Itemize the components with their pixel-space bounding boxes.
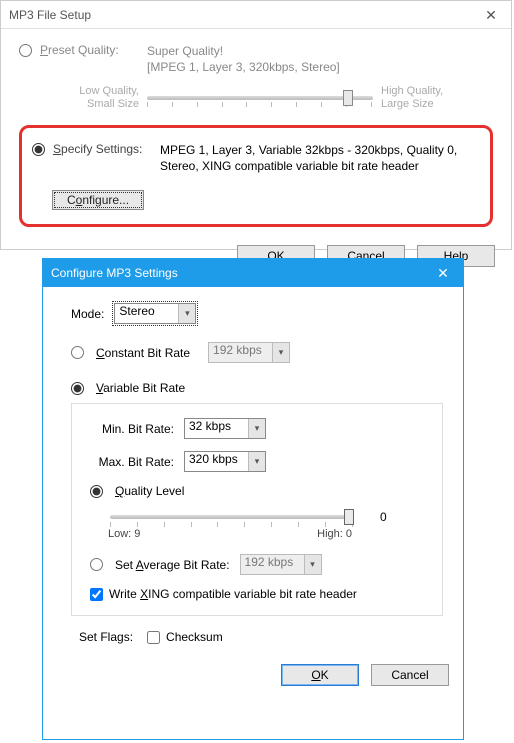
checksum-label: Checksum	[166, 630, 223, 644]
chevron-down-icon: ▾	[272, 343, 289, 362]
cancel-label2: Cancel	[391, 668, 428, 682]
preset-desc-line1: Super Quality!	[147, 43, 493, 59]
vbr-group: Min. Bit Rate: 32 kbps ▾ Max. Bit Rate: …	[71, 403, 443, 616]
preset-quality-radio[interactable]	[19, 44, 32, 57]
preset-quality-label: Preset Quality:	[40, 43, 119, 57]
mode-value: Stereo	[119, 304, 154, 318]
max-bitrate-dropdown[interactable]: 320 kbps ▾	[184, 451, 266, 472]
close-icon[interactable]: ✕	[423, 259, 463, 287]
chevron-down-icon: ▾	[248, 452, 265, 471]
mode-label: Mode:	[71, 307, 104, 321]
xing-checkbox[interactable]	[90, 588, 103, 601]
set-average-bitrate-radio[interactable]	[90, 558, 103, 571]
quality-level-value: 0	[380, 510, 387, 524]
checksum-checkbox[interactable]	[147, 631, 160, 644]
set-average-bitrate-label: Set Average Bit Rate:	[115, 558, 230, 572]
cbr-dropdown: 192 kbps ▾	[208, 342, 290, 363]
specify-settings-label: Specify Settings:	[53, 142, 142, 156]
avg-bitrate-value: 192 kbps	[245, 555, 294, 569]
configure-button[interactable]: Configure...	[52, 190, 144, 210]
specify-settings-highlight: Specify Settings: MPEG 1, Layer 3, Varia…	[19, 125, 493, 227]
dialog1-body: Preset Quality: Super Quality! [MPEG 1, …	[1, 29, 511, 237]
cbr-value: 192 kbps	[213, 343, 262, 357]
titlebar-setup[interactable]: MP3 File Setup ✕	[1, 1, 511, 29]
max-bitrate-value: 320 kbps	[189, 452, 238, 466]
quality-level-slider[interactable]	[110, 508, 354, 526]
mode-dropdown[interactable]: Stereo ▾	[114, 303, 196, 324]
quality-high-label: High: 0	[317, 528, 352, 540]
variable-bitrate-radio[interactable]	[71, 382, 84, 395]
preset-desc-line2: [MPEG 1, Layer 3, 320kbps, Stereo]	[147, 59, 493, 75]
configure-mp3-settings-dialog: Configure MP3 Settings ✕ Mode: Stereo ▾ …	[42, 258, 464, 740]
ok-underline2: OK	[311, 668, 328, 682]
avg-bitrate-dropdown: 192 kbps ▾	[240, 554, 322, 575]
quality-low-label: Low: 9	[108, 528, 140, 540]
mp3-file-setup-dialog: MP3 File Setup ✕ Preset Quality: Super Q…	[0, 0, 512, 250]
slider-high-label: High Quality, Large Size	[373, 85, 493, 111]
dialog1-title: MP3 File Setup	[9, 8, 91, 22]
min-bitrate-value: 32 kbps	[189, 419, 231, 433]
variable-bitrate-label: Variable Bit Rate	[96, 381, 185, 395]
close-icon[interactable]: ✕	[471, 1, 511, 29]
quality-level-label: Quality Level	[115, 484, 184, 498]
ok-button[interactable]: OK	[281, 664, 359, 686]
slider-high-line1: High Quality,	[381, 85, 443, 97]
slider-low-line1: Low Quality,	[79, 85, 139, 97]
chevron-down-icon: ▾	[248, 419, 265, 438]
dialog2-body: Mode: Stereo ▾ Constant Bit Rate 192 kbp…	[43, 287, 463, 654]
dialog2-title: Configure MP3 Settings	[51, 266, 178, 280]
quality-slider-thumb[interactable]	[344, 509, 354, 525]
constant-bitrate-label: Constant Bit Rate	[96, 346, 190, 360]
slider-low-line2: Small Size	[87, 98, 139, 110]
chevron-down-icon: ▾	[178, 304, 195, 323]
cancel-button[interactable]: Cancel	[371, 664, 449, 686]
quality-slider[interactable]	[147, 90, 373, 106]
slider-high-line2: Large Size	[381, 98, 434, 110]
quality-slider-thumb[interactable]	[343, 90, 353, 106]
constant-bitrate-radio[interactable]	[71, 346, 84, 359]
xing-label: Write XING compatible variable bit rate …	[109, 587, 357, 601]
slider-low-label: Low Quality, Small Size	[19, 85, 147, 111]
set-flags-label: Set Flags:	[79, 630, 133, 644]
specify-settings-radio[interactable]	[32, 143, 45, 156]
quality-level-radio[interactable]	[90, 485, 103, 498]
max-bitrate-label: Max. Bit Rate:	[90, 455, 174, 469]
specify-settings-desc: MPEG 1, Layer 3, Variable 32kbps - 320kb…	[160, 142, 480, 174]
min-bitrate-dropdown[interactable]: 32 kbps ▾	[184, 418, 266, 439]
min-bitrate-label: Min. Bit Rate:	[90, 422, 174, 436]
chevron-down-icon: ▾	[304, 555, 321, 574]
titlebar-configure[interactable]: Configure MP3 Settings ✕	[43, 259, 463, 287]
